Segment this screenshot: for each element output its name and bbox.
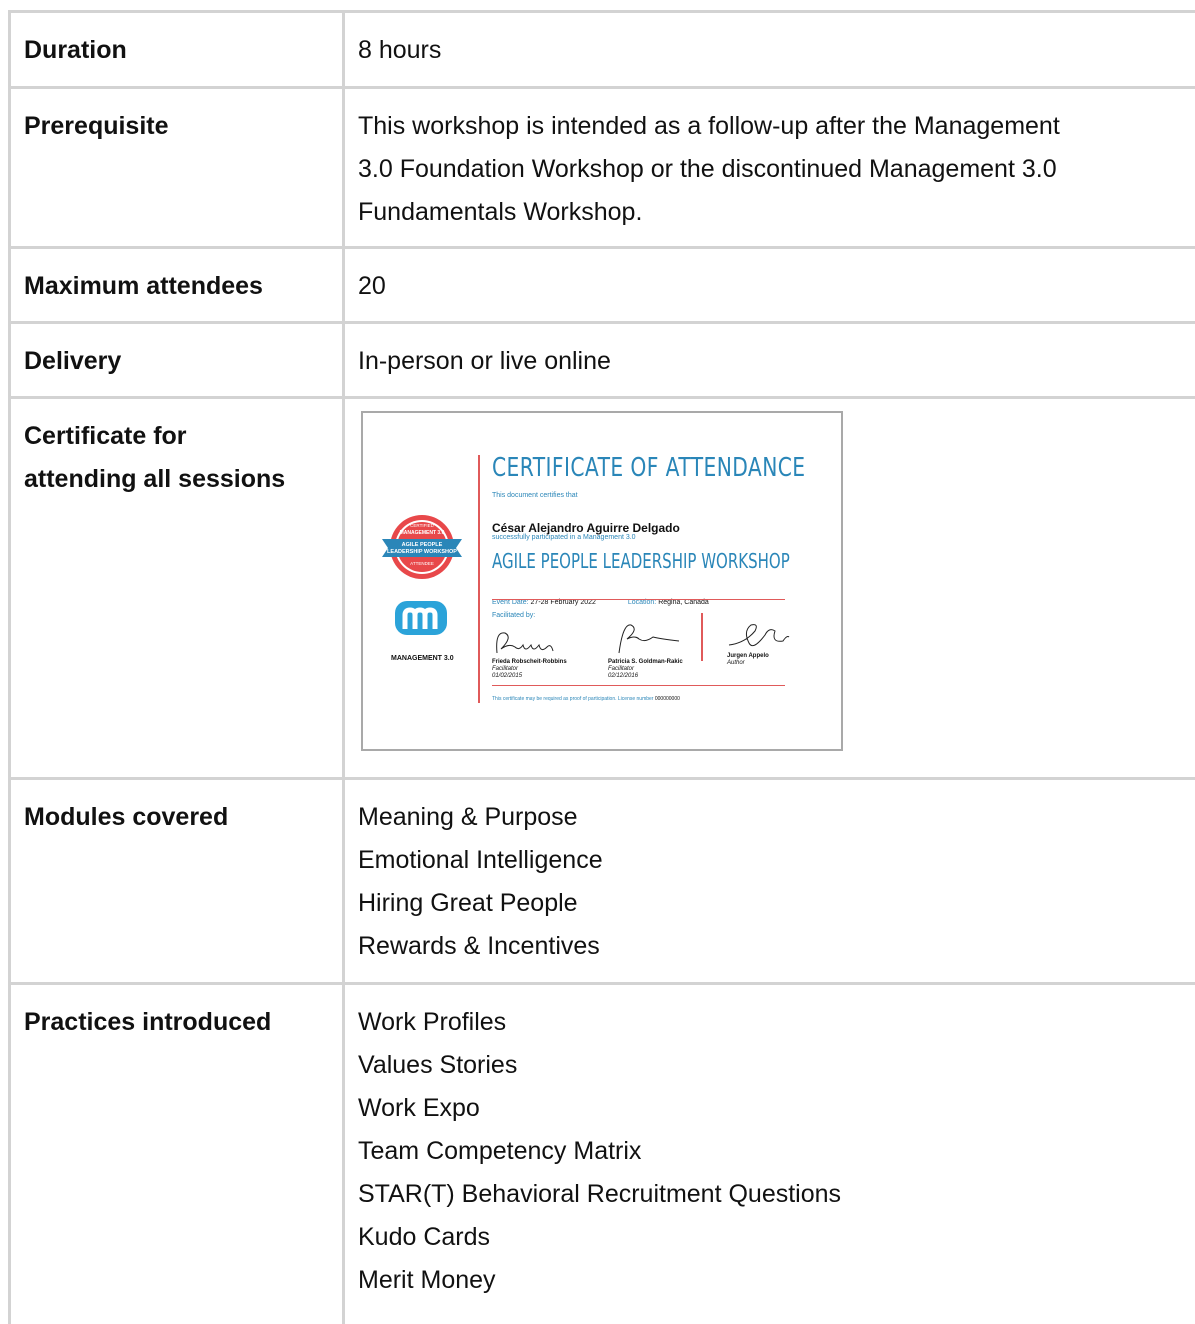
module-item: Emotional Intelligence (358, 839, 1195, 882)
row-label-certificate: Certificate for attending all sessions (10, 398, 344, 779)
practice-item: Work Expo (358, 1087, 1195, 1130)
practice-item: Merit Money (358, 1259, 1195, 1302)
certified-badge-icon: CERTIFIED MANAGEMENT 3.0 AGILE PEOPLE LE… (382, 507, 462, 587)
row-label-duration: Duration (10, 12, 344, 88)
module-item: Meaning & Purpose (358, 796, 1195, 839)
table-row: Certificate for attending all sessions C… (10, 398, 1195, 779)
signer-3-role: Author (727, 660, 745, 666)
signer-1-role: Facilitator (492, 666, 518, 672)
row-value-prerequisite: This workshop is intended as a follow-up… (344, 88, 1195, 248)
certificate-label-line: attending all sessions (24, 458, 342, 501)
certificate-participated: successfully participated in a Managemen… (492, 533, 636, 542)
management-logo-text: MANAGEMENT 3.0 (391, 637, 454, 680)
row-value-duration: 8 hours (344, 12, 1195, 88)
signer-2: Patricia S. Goldman-Rakic Facilitator 02… (608, 659, 683, 680)
table-row: Prerequisite This workshop is intended a… (10, 88, 1195, 248)
table-row: Duration 8 hours (10, 12, 1195, 88)
practice-item: Work Profiles (358, 1001, 1195, 1044)
practice-item: Kudo Cards (358, 1216, 1195, 1259)
signer-3-name: Jurgen Appelo (727, 653, 769, 659)
table-row: Delivery In-person or live online (10, 323, 1195, 398)
row-label-max-attendees: Maximum attendees (10, 248, 344, 323)
signature-1-icon (493, 625, 557, 659)
signer-2-name: Patricia S. Goldman-Rakic (608, 659, 683, 665)
table-row: Maximum attendees 20 (10, 248, 1195, 323)
signer-1: Frieda Robscheit-Robbins Facilitator 01/… (492, 659, 567, 680)
signer-1-date: 01/02/2015 (492, 673, 522, 679)
row-value-modules: Meaning & Purpose Emotional Intelligence… (344, 779, 1195, 984)
signer-2-date: 02/12/2016 (608, 673, 638, 679)
signature-2-icon (609, 619, 681, 655)
row-value-max-attendees: 20 (344, 248, 1195, 323)
module-item: Hiring Great People (358, 882, 1195, 925)
workshop-info-table: Duration 8 hours Prerequisite This works… (8, 10, 1195, 1324)
certificate-facilitated: Facilitated by: (492, 611, 535, 620)
certificate-name: César Alejandro Aguirre Delgado (492, 507, 680, 550)
badge-text: AGILE PEOPLE (402, 542, 443, 548)
footer-text: This certificate may be required as proo… (492, 696, 653, 702)
practice-item: Team Competency Matrix (358, 1130, 1195, 1173)
row-value-delivery: In-person or live online (344, 323, 1195, 398)
practice-item: STAR(T) Behavioral Recruitment Questions (358, 1173, 1195, 1216)
prerequisite-line: Fundamentals Workshop. (358, 191, 1195, 234)
badge-text: LEADERSHIP WORKSHOP (387, 549, 457, 555)
badge-text: CERTIFIED (410, 523, 434, 528)
table-row: Modules covered Meaning & Purpose Emotio… (10, 779, 1195, 984)
module-item: Rewards & Incentives (358, 925, 1195, 968)
practice-item: Values Stories (358, 1044, 1195, 1087)
location-label: Location: (628, 599, 656, 606)
event-value: 27-28 February 2022 (531, 599, 596, 606)
row-label-prerequisite: Prerequisite (10, 88, 344, 248)
certificate-certifies: This document certifies that (492, 491, 578, 500)
table-row: Practices introduced Work Profiles Value… (10, 984, 1195, 1324)
signer-1-name: Frieda Robscheit-Robbins (492, 659, 567, 665)
certificate-footer: This certificate may be required as proo… (492, 695, 680, 704)
certificate-rule (492, 685, 785, 686)
row-value-certificate: CERTIFIED MANAGEMENT 3.0 AGILE PEOPLE LE… (344, 398, 1195, 779)
prerequisite-line: This workshop is intended as a follow-up… (358, 105, 1195, 148)
certificate-rule (492, 599, 785, 600)
row-label-modules: Modules covered (10, 779, 344, 984)
badge-text: ATTENDEE (410, 561, 434, 566)
location-value: Regina, Canada (658, 599, 709, 606)
certificate-label-line: Certificate for (24, 415, 342, 458)
signature-divider (701, 613, 703, 661)
certificate-image: CERTIFIED MANAGEMENT 3.0 AGILE PEOPLE LE… (361, 411, 843, 751)
event-label: Event Date: (492, 599, 529, 606)
license-number: 000000000 (655, 696, 680, 702)
signer-3: Jurgen Appelo Author (727, 653, 769, 667)
signer-2-role: Facilitator (608, 666, 634, 672)
row-label-delivery: Delivery (10, 323, 344, 398)
badge-text: MANAGEMENT 3.0 (400, 530, 445, 536)
certificate-divider (478, 455, 480, 703)
certificate-title: CERTIFICATE OF ATTENDANCE (492, 453, 806, 483)
certificate-workshop: AGILE PEOPLE LEADERSHIP WORKSHOP (492, 549, 790, 573)
row-label-practices: Practices introduced (10, 984, 344, 1324)
row-value-practices: Work Profiles Values Stories Work Expo T… (344, 984, 1195, 1324)
prerequisite-line: 3.0 Foundation Workshop or the discontin… (358, 148, 1195, 191)
signature-3-icon (725, 621, 791, 653)
